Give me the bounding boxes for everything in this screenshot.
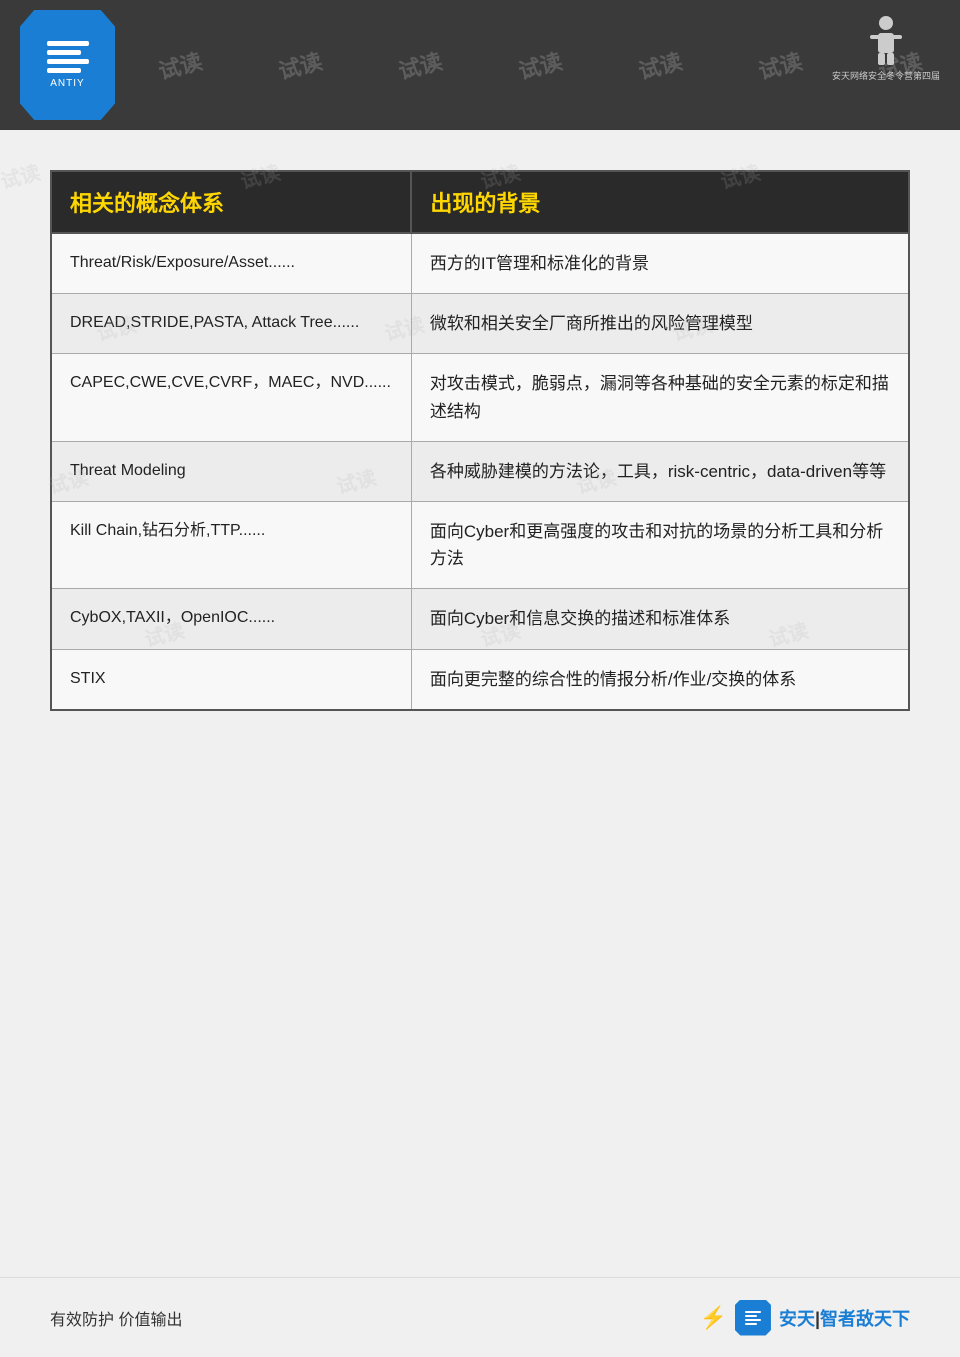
logo-line-2 [47, 50, 81, 55]
col1-cell: Threat/Risk/Exposure/Asset...... [51, 233, 411, 294]
page-header: ANTIY 试读 试读 试读 试读 试读 试读 试读 试读 安天网络安全冬令营第… [0, 0, 960, 130]
col2-cell: 西方的IT管理和标准化的背景 [411, 233, 909, 294]
col2-cell: 面向Cyber和信息交换的描述和标准体系 [411, 589, 909, 649]
page-wm-1: 试读 [0, 156, 43, 194]
antiy-logo: ANTIY [20, 10, 115, 120]
col2-cell: 各种威胁建模的方法论，工具，risk-centric，data-driven等等 [411, 441, 909, 501]
wm-2: 试读 [155, 44, 206, 86]
col1-cell: DREAD,STRIDE,PASTA, Attack Tree...... [51, 294, 411, 354]
top-right-area: 安天网络安全冬令营第四届 [832, 10, 940, 83]
logo-line-4 [47, 68, 81, 73]
col2-cell: 微软和相关安全厂商所推出的风险管理模型 [411, 294, 909, 354]
footer-brand-name: 安天|智者敌天下 [779, 1305, 910, 1331]
col1-cell: Kill Chain,钻石分析,TTP...... [51, 501, 411, 588]
logo-lines [47, 41, 89, 73]
col1-cell: STIX [51, 649, 411, 710]
logo-line-1 [47, 41, 89, 46]
lightning-icon: ⚡ [700, 1305, 727, 1331]
footer-line-3 [745, 1319, 761, 1321]
col1-cell: Threat Modeling [51, 441, 411, 501]
col1-cell: CybOX,TAXII，OpenIOC...... [51, 589, 411, 649]
col1-cell: CAPEC,CWE,CVE,CVRF，MAEC，NVD...... [51, 354, 411, 441]
wm-3: 试读 [275, 44, 326, 86]
table-row: STIX面向更完整的综合性的情报分析/作业/交换的体系 [51, 649, 909, 710]
footer-logo-lines [745, 1311, 761, 1325]
table-row: Threat Modeling各种威胁建模的方法论，工具，risk-centri… [51, 441, 909, 501]
top-right-subtitle-text: 安天网络安全冬令营第四届 [832, 70, 940, 83]
table-row: CAPEC,CWE,CVE,CVRF，MAEC，NVD......对攻击模式，脆… [51, 354, 909, 441]
footer-antiy-logo [735, 1300, 771, 1336]
page-footer: 有效防护 价值输出 ⚡ 安天|智者敌天下 [0, 1277, 960, 1357]
wm-7: 试读 [755, 44, 806, 86]
top-right-icon [851, 10, 921, 70]
wm-5: 试读 [515, 44, 566, 86]
footer-tagline: 有效防护 价值输出 [50, 1306, 182, 1330]
table-row: CybOX,TAXII，OpenIOC......面向Cyber和信息交换的描述… [51, 589, 909, 649]
footer-brand: ⚡ 安天|智者敌天下 [700, 1300, 910, 1336]
wm-6: 试读 [635, 44, 686, 86]
table-row: Kill Chain,钻石分析,TTP......面向Cyber和更高强度的攻击… [51, 501, 909, 588]
table-row: Threat/Risk/Exposure/Asset......西方的IT管理和… [51, 233, 909, 294]
main-content: 试读 试读 试读 试读 试读 试读 试读 试读 试读 试读 试读 试读 试读 相… [0, 130, 960, 741]
col2-header: 出现的背景 [411, 171, 909, 233]
logo-antiy-text: ANTIY [50, 78, 84, 89]
footer-line-1 [745, 1311, 761, 1313]
footer-line-2 [745, 1315, 757, 1317]
footer-line-4 [745, 1323, 757, 1325]
logo-line-3 [47, 59, 89, 64]
table-row: DREAD,STRIDE,PASTA, Attack Tree......微软和… [51, 294, 909, 354]
concept-table: 相关的概念体系 出现的背景 Threat/Risk/Exposure/Asset… [50, 170, 910, 711]
col2-cell: 面向Cyber和更高强度的攻击和对抗的场景的分析工具和分析方法 [411, 501, 909, 588]
col2-cell: 面向更完整的综合性的情报分析/作业/交换的体系 [411, 649, 909, 710]
header-watermarks: 试读 试读 试读 试读 试读 试读 试读 试读 [0, 0, 960, 130]
wm-4: 试读 [395, 44, 446, 86]
col1-header: 相关的概念体系 [51, 171, 411, 233]
col2-cell: 对攻击模式，脆弱点，漏洞等各种基础的安全元素的标定和描述结构 [411, 354, 909, 441]
